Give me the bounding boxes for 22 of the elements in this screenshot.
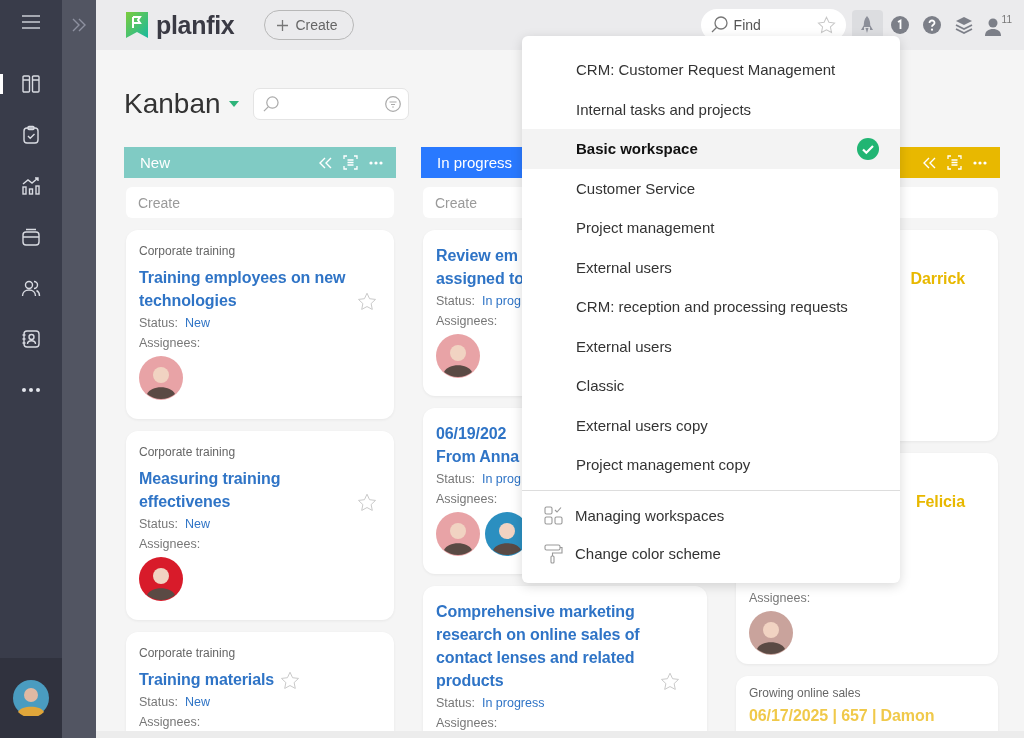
- project-name: Growing online sales: [749, 686, 862, 700]
- logo-text: planfix: [156, 10, 235, 40]
- assignees-label: Assignees:: [749, 591, 812, 605]
- status-label: Status:: [139, 517, 178, 531]
- status-label: Status:: [139, 316, 178, 330]
- page-title: Kanban: [124, 88, 221, 120]
- assignees-label: Assignees:: [436, 314, 499, 328]
- assignees-label: Assignees:: [139, 537, 202, 551]
- assignees-label: Assignees:: [139, 336, 202, 350]
- project-name: Corporate training: [139, 244, 237, 258]
- column-title: New: [140, 154, 170, 171]
- status-label: Status:: [436, 696, 475, 710]
- status-label: Status:: [436, 294, 475, 308]
- project-name: Corporate training: [139, 445, 237, 459]
- users-count: 11: [1001, 14, 1012, 25]
- assignees-label: Assignees:: [436, 716, 499, 730]
- status-label: Status:: [436, 472, 475, 486]
- project-name: Corporate training: [139, 646, 237, 660]
- status-label: Status:: [139, 695, 178, 709]
- column-title: In progress: [437, 154, 513, 171]
- assignees-label: Assignees:: [436, 492, 499, 506]
- assignees-label: Assignees:: [139, 715, 202, 729]
